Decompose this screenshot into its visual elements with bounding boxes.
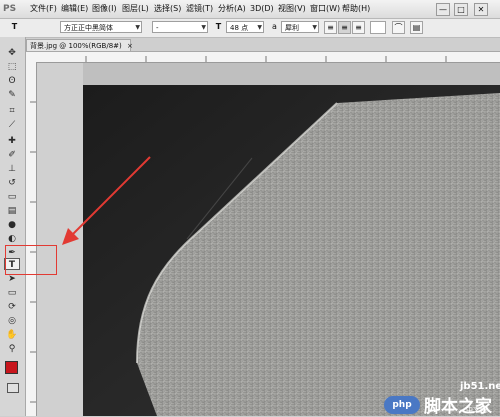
3d-rotate-tool[interactable]: ⟳ bbox=[4, 301, 20, 313]
document-tab-title: 背景.jpg @ 100%(RGB/8#) bbox=[30, 42, 122, 50]
dodge-tool[interactable]: ◐ bbox=[4, 233, 20, 245]
ruler-vertical bbox=[26, 62, 37, 416]
quick-select-tool[interactable]: ✎ bbox=[4, 89, 20, 101]
chevron-down-icon: ▼ bbox=[257, 24, 262, 31]
shape-tool[interactable]: ▭ bbox=[4, 287, 20, 299]
options-bar: T 方正正中黑简体 ▼ - ▼ T 48 点 ▼ a 犀利 ▼ ≡ ≡ ≡ ⌒ … bbox=[0, 19, 500, 38]
antialias-value: 犀利 bbox=[285, 24, 299, 32]
font-size-select[interactable]: 48 点 ▼ bbox=[226, 21, 264, 33]
close-button[interactable]: ✕ bbox=[474, 3, 488, 16]
gradient-tool[interactable]: ▤ bbox=[4, 205, 20, 217]
tools-panel: ✥ ⬚ ʘ ✎ ⌗ ⟋ ✚ ✐ ⊥ ↺ ▭ ▤ ● ◐ ✒ T ➤ ▭ ⟳ ◎ … bbox=[0, 37, 26, 416]
menu-filter[interactable]: 滤镜(T) bbox=[186, 3, 213, 15]
minimize-button[interactable]: — bbox=[436, 3, 450, 16]
restore-button[interactable]: □ bbox=[454, 3, 468, 16]
clone-stamp-tool[interactable]: ⊥ bbox=[4, 163, 20, 175]
text-color-swatch[interactable] bbox=[370, 21, 386, 34]
ruler-horizontal bbox=[26, 52, 500, 63]
blur-tool[interactable]: ● bbox=[4, 219, 20, 231]
menu-file[interactable]: 文件(F) bbox=[30, 3, 57, 15]
menu-window[interactable]: 窗口(W) bbox=[310, 3, 340, 15]
font-family-select[interactable]: 方正正中黑简体 ▼ bbox=[60, 21, 142, 33]
character-panel-icon[interactable]: ▤ bbox=[410, 21, 423, 34]
antialias-icon: a bbox=[272, 22, 277, 31]
move-tool[interactable]: ✥ bbox=[4, 47, 20, 59]
menu-analysis[interactable]: 分析(A) bbox=[218, 3, 246, 15]
close-tab-icon[interactable]: × bbox=[127, 42, 133, 50]
lasso-tool[interactable]: ʘ bbox=[4, 75, 20, 87]
align-center-button[interactable]: ≡ bbox=[338, 21, 351, 34]
chevron-down-icon: ▼ bbox=[201, 24, 206, 31]
quick-mask-icon[interactable] bbox=[7, 383, 19, 393]
history-brush-tool[interactable]: ↺ bbox=[4, 177, 20, 189]
menu-select[interactable]: 选择(S) bbox=[154, 3, 181, 15]
chevron-down-icon: ▼ bbox=[312, 24, 317, 31]
align-right-button[interactable]: ≡ bbox=[352, 21, 365, 34]
font-size-value: 48 点 bbox=[230, 24, 249, 32]
watermark-site: jb51.net bbox=[460, 381, 500, 392]
font-style-select[interactable]: - ▼ bbox=[152, 21, 208, 33]
menu-edit[interactable]: 编辑(E) bbox=[61, 3, 88, 15]
type-tool-icon[interactable]: T bbox=[8, 21, 21, 34]
menu-help[interactable]: 帮助(H) bbox=[342, 3, 370, 15]
font-size-icon: T bbox=[215, 22, 222, 31]
hand-tool[interactable]: ✋ bbox=[4, 329, 20, 341]
menu-layer[interactable]: 图层(L) bbox=[122, 3, 149, 15]
canvas-photo bbox=[37, 63, 500, 416]
brush-tool[interactable]: ✐ bbox=[4, 149, 20, 161]
highlight-box bbox=[5, 245, 57, 275]
marquee-tool[interactable]: ⬚ bbox=[4, 61, 20, 73]
chevron-down-icon: ▼ bbox=[135, 24, 140, 31]
healing-brush-tool[interactable]: ✚ bbox=[4, 135, 20, 147]
zoom-tool[interactable]: ⚲ bbox=[4, 343, 20, 355]
font-style-value: - bbox=[156, 24, 159, 32]
watermark-small-text: 中文网 bbox=[466, 406, 487, 414]
eyedropper-tool[interactable]: ⟋ bbox=[4, 119, 20, 131]
watermark-php-badge: php bbox=[384, 396, 420, 414]
font-family-value: 方正正中黑简体 bbox=[64, 24, 113, 32]
foreground-color-swatch[interactable] bbox=[5, 361, 18, 374]
menu-bar: PS 文件(F) 编辑(E) 图像(I) 图层(L) 选择(S) 滤镜(T) 分… bbox=[0, 0, 500, 19]
warp-text-icon[interactable]: ⌒ bbox=[392, 21, 405, 34]
antialias-select[interactable]: 犀利 ▼ bbox=[281, 21, 319, 33]
3d-orbit-tool[interactable]: ◎ bbox=[4, 315, 20, 327]
eraser-tool[interactable]: ▭ bbox=[4, 191, 20, 203]
crop-tool[interactable]: ⌗ bbox=[4, 105, 20, 117]
menu-image[interactable]: 图像(I) bbox=[92, 3, 117, 15]
menu-view[interactable]: 视图(V) bbox=[278, 3, 306, 15]
menu-3d[interactable]: 3D(D) bbox=[250, 3, 274, 15]
document-canvas[interactable] bbox=[37, 63, 500, 416]
align-left-button[interactable]: ≡ bbox=[324, 21, 337, 34]
photoshop-logo: PS bbox=[3, 4, 17, 14]
